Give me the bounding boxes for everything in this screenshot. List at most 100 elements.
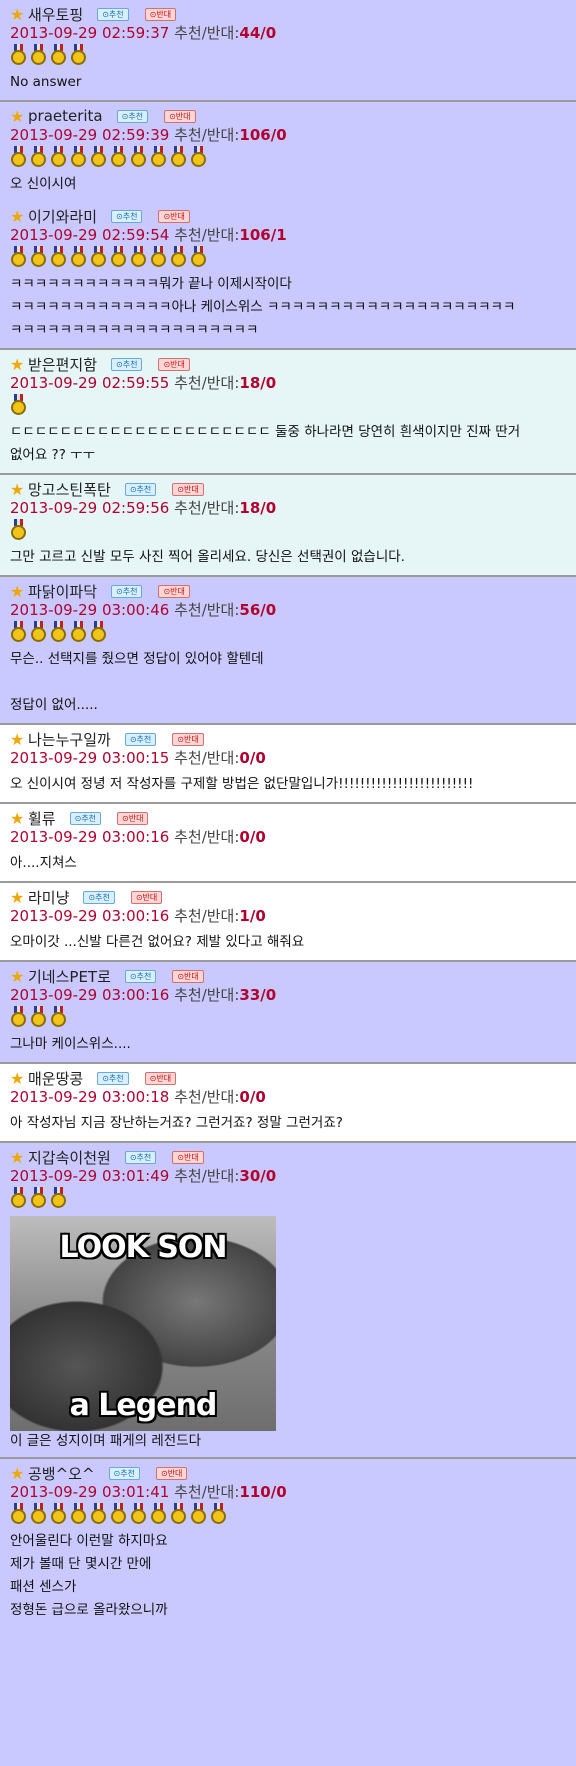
comment-datetime: 2013-09-29 03:00:46	[10, 601, 170, 619]
nickname-link[interactable]: 이기와라미	[28, 206, 97, 227]
comment-meta: 2013-09-29 03:00:16 추천/반대:33/0	[10, 986, 568, 1004]
vote-ratio: 33/0	[239, 986, 277, 1004]
comment-datetime: 2013-09-29 03:00:15	[10, 749, 170, 767]
oppose-button[interactable]: ⊙반대	[158, 209, 190, 223]
comment-datetime: 2013-09-29 03:01:49	[10, 1167, 170, 1185]
recommend-button[interactable]: ⊙추천	[124, 969, 157, 983]
recommend-button[interactable]: ⊙추천	[124, 732, 157, 746]
recommend-button[interactable]: ⊙추천	[124, 482, 157, 496]
medal-icon	[10, 44, 27, 65]
nickname-link[interactable]: 라미냥	[28, 887, 69, 908]
recommend-button[interactable]: ⊙추천	[69, 811, 102, 825]
nickname-link[interactable]: 받은편지함	[28, 354, 97, 375]
oppose-button[interactable]: ⊙반대	[144, 7, 177, 21]
oppose-button[interactable]: ⊙반대	[155, 1466, 188, 1480]
medal-icon	[10, 1006, 27, 1027]
recommend-button[interactable]: ⊙추천	[83, 890, 115, 904]
oppose-button[interactable]: ⊙반대	[164, 109, 196, 123]
oppose-button[interactable]: ⊙반대	[144, 1071, 177, 1085]
recommend-button[interactable]: ⊙추천	[97, 7, 129, 21]
comment-header: ★ 지갑속이천원 ⊙추천 ⊙반대	[10, 1147, 568, 1167]
nickname-link[interactable]: 파닭이파닥	[28, 581, 97, 602]
comment-list: ★ 새우토핑 ⊙추천 ⊙반대 2013-09-29 02:59:37 추천/반대:44/…	[0, 0, 576, 1628]
comment-item: ★ 이기와라미 ⊙추천 ⊙반대 2013-09-29 02:59:54 추천/반대:10…	[0, 202, 576, 350]
oppose-button[interactable]: ⊙반대	[158, 584, 190, 598]
medal-icon	[10, 146, 27, 167]
comment-body: 무슨.. 선택지를 줬으면 정답이 있어야 할텐데 정답이 없어.....	[10, 648, 568, 717]
comment-datetime: 2013-09-29 03:00:16	[10, 986, 170, 1004]
medal-icon	[30, 621, 47, 642]
comment-item: ★ 나는누구일까 ⊙추천 ⊙반대 2013-09-29 03:00:15 추천/반대:0…	[0, 725, 576, 804]
medal-icon	[70, 1503, 87, 1524]
comment-datetime: 2013-09-29 03:00:18	[10, 1088, 170, 1106]
nickname-link[interactable]: 새우토핑	[28, 4, 83, 25]
medal-icon	[30, 1187, 47, 1208]
comment-item: ★ 매운땅콩 ⊙추천 ⊙반대 2013-09-29 03:00:18 추천/반대:0/0…	[0, 1064, 576, 1143]
medal-icon	[10, 1187, 27, 1208]
vote-ratio-label: 추천/반대:	[174, 749, 240, 767]
medal-row	[10, 518, 568, 540]
nickname-link[interactable]: 지갑속이천원	[28, 1147, 111, 1168]
vote-ratio: 44/0	[239, 24, 277, 42]
medal-icon	[150, 146, 167, 167]
comment-text-line	[10, 671, 568, 694]
star-icon: ★	[10, 1068, 25, 1088]
nickname-link[interactable]: 나는누구일까	[28, 729, 111, 750]
comment-body: 오 신이시여 정녕 저 작성자를 구제할 방법은 없단말입니가!!!!!!!!!…	[10, 773, 568, 796]
comment-meta: 2013-09-29 03:00:15 추천/반대:0/0	[10, 749, 568, 767]
comment-body: 아....지쳐스	[10, 852, 568, 875]
star-icon: ★	[10, 729, 25, 749]
recommend-button[interactable]: ⊙추천	[116, 109, 149, 123]
vote-ratio-label: 추천/반대:	[174, 1483, 240, 1501]
oppose-button[interactable]: ⊙반대	[130, 890, 163, 904]
medal-icon	[190, 146, 207, 167]
recommend-button[interactable]: ⊙추천	[97, 1071, 129, 1085]
vote-ratio-label: 추천/반대:	[174, 24, 240, 42]
nickname-link[interactable]: 휠류	[28, 808, 56, 829]
comment-datetime: 2013-09-29 03:01:41	[10, 1483, 170, 1501]
comment-header: ★ praeterita ⊙추천 ⊙반대	[10, 106, 568, 126]
medal-icon	[130, 146, 147, 167]
medal-row	[10, 620, 568, 642]
recommend-button[interactable]: ⊙추천	[111, 357, 143, 371]
comment-item: ★ 파닭이파닥 ⊙추천 ⊙반대 2013-09-29 03:00:46 추천/반대:56…	[0, 577, 576, 725]
comment-body: No answer	[10, 71, 568, 94]
oppose-button[interactable]: ⊙반대	[117, 811, 149, 825]
vote-ratio: 106/1	[239, 226, 287, 244]
star-icon: ★	[10, 887, 25, 907]
recommend-button[interactable]: ⊙추천	[124, 1150, 157, 1164]
comment-text-line: 정형돈 급으로 올라왔으니까	[10, 1602, 168, 1618]
comment-meta: 2013-09-29 02:59:55 추천/반대:18/0	[10, 374, 568, 392]
medal-icon	[150, 246, 167, 267]
nickname-link[interactable]: 매운땅콩	[28, 1068, 83, 1089]
comment-meta: 2013-09-29 02:59:37 추천/반대:44/0	[10, 24, 568, 42]
comment-header: ★ 라미냥 ⊙추천 ⊙반대	[10, 887, 568, 907]
comment-meta: 2013-09-29 03:00:16 추천/반대:0/0	[10, 828, 568, 846]
medal-icon	[10, 1503, 27, 1524]
nickname-link[interactable]: praeterita	[28, 107, 103, 125]
medal-icon	[10, 246, 27, 267]
comment-header: ★ 파닭이파닥 ⊙추천 ⊙반대	[10, 581, 568, 601]
star-icon: ★	[10, 106, 25, 126]
medal-icon	[10, 394, 27, 415]
nickname-link[interactable]: 공뱅^오^	[28, 1463, 95, 1484]
comment-text-line: 안어울린다 이런말 하지마요	[10, 1533, 168, 1549]
vote-ratio: 0/0	[239, 1088, 266, 1106]
comment-meta: 2013-09-29 02:59:39 추천/반대:106/0	[10, 126, 568, 144]
oppose-button[interactable]: ⊙반대	[172, 969, 204, 983]
recommend-button[interactable]: ⊙추천	[108, 1466, 140, 1480]
comment-body: ㅋㅋㅋㅋㅋㅋㅋㅋㅋㅋㅋㅋ뭐가 끝나 이제시작이다 ㅋㅋㅋㅋㅋㅋㅋㅋㅋㅋㅋㅋㅋ아나 …	[10, 273, 568, 342]
vote-ratio-label: 추천/반대:	[174, 1167, 240, 1185]
medal-row	[10, 393, 568, 415]
comment-text-line: 그만 고르고 신발 모두 사진 찍어 올리세요. 당신은 선택권이 없습니다.	[10, 549, 405, 565]
oppose-button[interactable]: ⊙반대	[172, 482, 204, 496]
recommend-button[interactable]: ⊙추천	[111, 209, 143, 223]
medal-icon	[50, 246, 67, 267]
oppose-button[interactable]: ⊙반대	[158, 357, 190, 371]
nickname-link[interactable]: 망고스틴폭탄	[28, 479, 111, 500]
oppose-button[interactable]: ⊙반대	[172, 1150, 204, 1164]
oppose-button[interactable]: ⊙반대	[172, 732, 204, 746]
comment-header: ★ 나는누구일까 ⊙추천 ⊙반대	[10, 729, 568, 749]
nickname-link[interactable]: 기네스PET로	[28, 966, 111, 987]
recommend-button[interactable]: ⊙추천	[111, 584, 143, 598]
